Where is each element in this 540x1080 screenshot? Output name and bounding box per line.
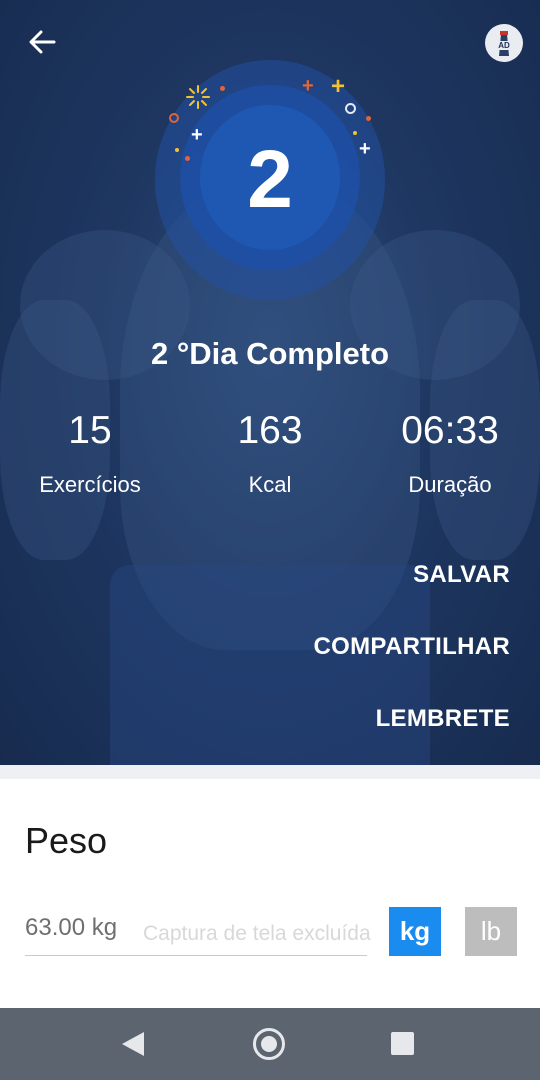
workout-complete-title: 2 °Dia Completo	[150, 336, 390, 371]
stat-exercises-value: 15	[68, 409, 112, 452]
sparkle-dot-icon	[175, 148, 179, 152]
system-navigation-bar	[0, 1008, 540, 1080]
sparkle-plus-icon: +	[191, 124, 203, 146]
save-button[interactable]: SALVAR	[413, 561, 510, 589]
screenshot-excluded-note: Captura de tela excluída	[143, 922, 371, 945]
sparkle-dot-icon	[220, 86, 225, 91]
day-number: 2	[247, 134, 293, 225]
weight-value[interactable]: 63.00 kg	[25, 914, 117, 942]
share-button[interactable]: COMPARTILHAR	[314, 633, 510, 661]
triangle-back-icon[interactable]	[122, 1032, 144, 1056]
ad-label: AD	[497, 40, 511, 50]
stat-kcal-value: 163	[237, 409, 303, 452]
sparkle-ring-icon	[345, 103, 356, 114]
stat-duration: 06:33 Duração	[360, 408, 540, 498]
weight-section-title: Peso	[25, 820, 108, 861]
section-divider	[0, 765, 540, 779]
unit-kg-button[interactable]: kg	[389, 907, 441, 956]
stat-kcal: 163 Kcal	[180, 408, 360, 498]
sparkle-plus-icon: +	[302, 75, 314, 97]
sparkle-dot-icon	[366, 116, 371, 121]
square-recents-icon[interactable]	[391, 1032, 414, 1055]
sparkle-plus-icon: +	[359, 138, 371, 160]
stat-exercises-label: Exercícios	[39, 472, 141, 497]
sparkle-dot-icon	[185, 156, 190, 161]
weight-input-field[interactable]: 63.00 kg Captura de tela excluída	[25, 900, 371, 956]
stat-exercises: 15 Exercícios	[0, 408, 180, 498]
stat-kcal-label: Kcal	[248, 472, 292, 497]
stat-duration-value: 06:33	[401, 409, 499, 452]
silhouette-shorts	[110, 565, 430, 765]
sparkle-burst-icon	[186, 85, 210, 109]
sparkle-plus-icon: +	[331, 73, 346, 100]
back-button[interactable]	[22, 24, 62, 60]
unit-lb-button[interactable]: lb	[465, 907, 517, 956]
sparkle-ring-icon	[169, 113, 179, 123]
arrow-left-icon	[29, 30, 56, 54]
reminder-button[interactable]: LEMBRETE	[376, 705, 510, 733]
sparkle-dot-icon	[353, 131, 357, 135]
ad-button[interactable]: AD	[485, 24, 523, 62]
circle-home-icon[interactable]	[253, 1028, 285, 1060]
stat-duration-label: Duração	[408, 472, 492, 497]
workout-complete-hero: AD 2 + + + + 2 °Dia Completo 15 Exercíci…	[0, 0, 540, 765]
